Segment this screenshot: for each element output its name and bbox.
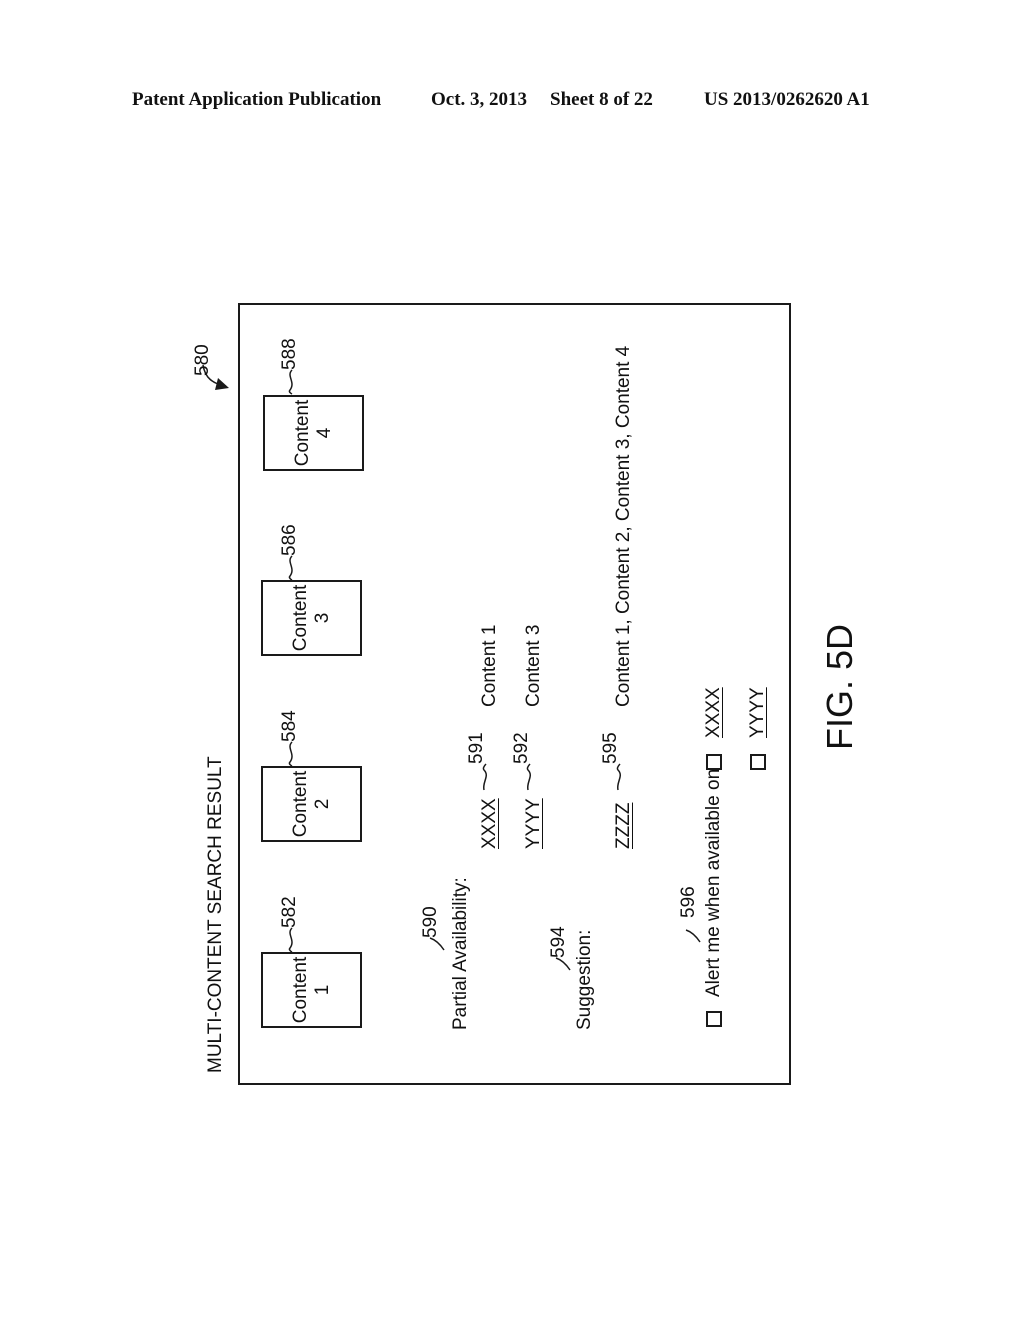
content-3-label: Content 3 (289, 584, 333, 652)
alert-label: Alert me when available on (703, 768, 724, 997)
partial-service-yyyy-link[interactable]: YYYY (523, 798, 544, 849)
suggestion-service-zzzz-link[interactable]: ZZZZ (613, 803, 634, 849)
partial-availability-label: Partial Availability: (450, 877, 471, 1030)
ref-582: 582 (279, 896, 300, 928)
content-4-label: Content 4 (291, 399, 335, 467)
alert-checkbox[interactable] (706, 1011, 722, 1027)
ref-580-arrowhead (215, 378, 229, 390)
ref-591: 591 (466, 732, 487, 764)
ref-592: 592 (511, 732, 532, 764)
ref-594: 594 (548, 926, 569, 958)
content-1-tile[interactable]: Content 1 (261, 952, 362, 1028)
partial-content-3: Content 3 (523, 624, 544, 707)
partial-content-1: Content 1 (479, 624, 500, 707)
content-3-tile[interactable]: Content 3 (261, 580, 362, 656)
ref-595: 595 (600, 732, 621, 764)
alert-yyyy-checkbox[interactable] (750, 754, 766, 770)
ref-590: 590 (420, 906, 441, 938)
content-4-tile[interactable]: Content 4 (263, 395, 364, 471)
suggestion-label: Suggestion: (574, 929, 595, 1030)
ref-580: 580 (192, 344, 213, 376)
alert-xxxx-checkbox[interactable] (706, 754, 722, 770)
ref-588: 588 (279, 338, 300, 370)
content-1-label: Content 1 (289, 956, 333, 1024)
screen-title: MULTI-CONTENT SEARCH RESULT (205, 756, 226, 1073)
partial-service-xxxx-link[interactable]: XXXX (479, 798, 500, 849)
ref-586: 586 (279, 524, 300, 556)
alert-option-xxxx[interactable]: XXXX (703, 687, 724, 738)
ref-596: 596 (678, 886, 699, 918)
suggestion-content-list: Content 1, Content 2, Content 3, Content… (613, 345, 634, 707)
ref-584: 584 (279, 710, 300, 742)
content-2-label: Content 2 (289, 770, 333, 838)
content-2-tile[interactable]: Content 2 (261, 766, 362, 842)
figure-label: FIG. 5D (819, 623, 860, 750)
alert-option-yyyy[interactable]: YYYY (747, 687, 768, 738)
